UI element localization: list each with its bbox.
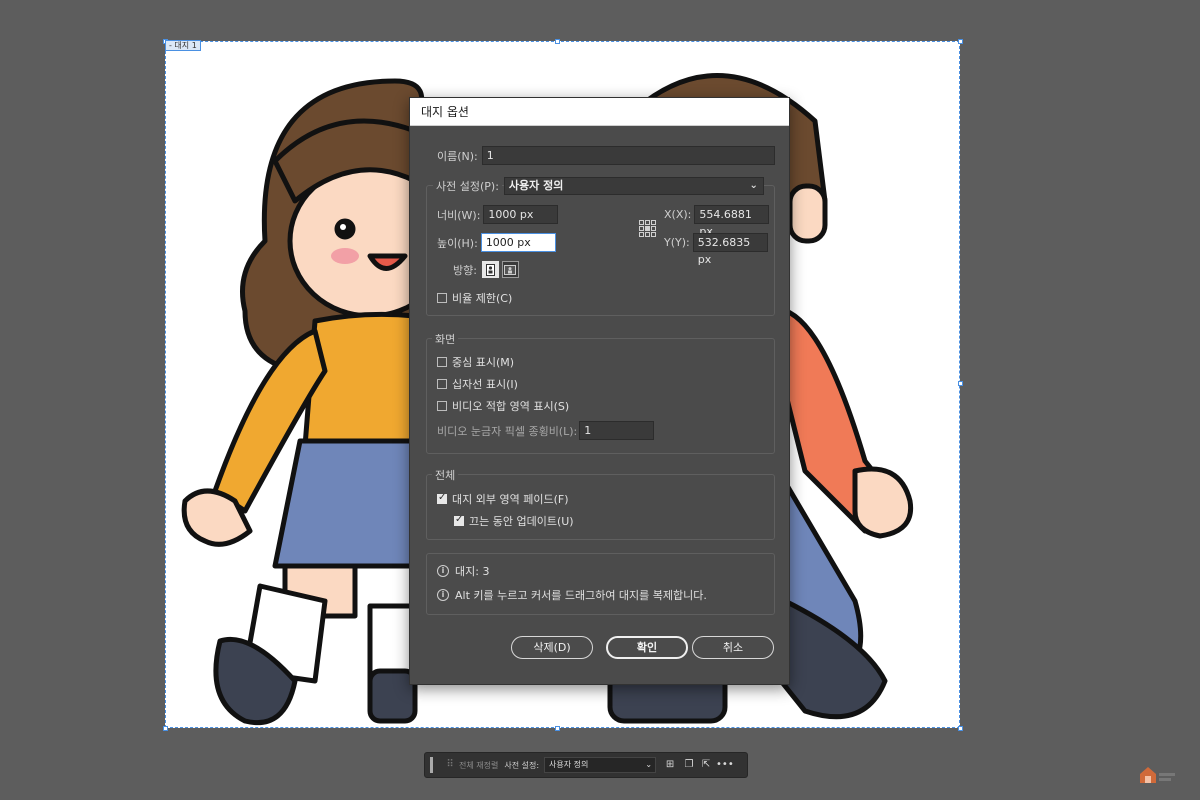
dialog-title: 대지 옵션 — [410, 98, 789, 126]
watermark-logo — [1140, 767, 1175, 783]
update-drag-checkbox[interactable] — [454, 514, 464, 526]
fade-outside-label: 대지 외부 영역 페이드(F) — [452, 493, 569, 506]
preset-select[interactable]: 사용자 정의 ⌄ — [503, 177, 764, 195]
artboard-control-bar: ⠿ 전체 재정렬 사전 설정: 사용자 정의 ⌄ ⊞ ❐ ⇱ ••• — [424, 752, 748, 778]
rearrange-icon: ⠿ — [446, 759, 454, 770]
x-label: X(X): — [664, 208, 692, 221]
info-icon: i — [437, 589, 449, 601]
resize-handle-bottom[interactable] — [555, 726, 560, 731]
add-artboard-icon[interactable]: ⊞ — [663, 758, 677, 772]
width-label: 너비(W): — [437, 208, 481, 222]
video-safe-checkbox[interactable] — [437, 401, 447, 411]
artboard-count: 대지: 3 — [455, 565, 490, 578]
center-mark-checkbox[interactable] — [437, 357, 447, 367]
orientation-label: 방향: — [453, 263, 477, 277]
reference-point-icon — [639, 220, 656, 237]
name-input[interactable]: 1 — [481, 146, 775, 165]
landscape-button[interactable] — [501, 261, 519, 278]
resize-handle-top[interactable] — [555, 39, 560, 44]
duplicate-icon[interactable]: ❐ — [682, 758, 696, 772]
y-input[interactable]: 532.6835 px — [692, 233, 768, 266]
width-input[interactable]: 1000 px — [483, 205, 559, 224]
resize-handle-tr[interactable] — [958, 39, 963, 44]
ok-button[interactable]: 확인 — [606, 636, 688, 659]
resize-handle-bl[interactable] — [163, 726, 168, 731]
cross-hairs-label: 십자선 표시(I) — [452, 378, 518, 391]
preset-label: 사전 설정: — [504, 760, 540, 770]
resize-handle-br[interactable] — [958, 726, 963, 731]
duplicate-hint: Alt 키를 누르고 커서를 드래그하여 대지를 복제합니다. — [455, 589, 707, 602]
constrain-checkbox[interactable] — [437, 293, 447, 303]
fade-outside-checkbox[interactable] — [437, 492, 447, 504]
info-icon: i — [437, 565, 449, 577]
update-drag-label: 끄는 동안 업데이트(U) — [469, 515, 574, 528]
pixel-ratio-label: 비디오 눈금자 픽셀 종횡비(L): — [437, 424, 578, 438]
name-label: 이름(N): — [437, 149, 478, 163]
center-mark-label: 중심 표시(M) — [452, 356, 515, 369]
portrait-icon — [485, 263, 495, 276]
landscape-icon — [504, 264, 517, 275]
global-group — [426, 474, 775, 540]
y-label: Y(Y): — [664, 236, 690, 249]
artboard-label[interactable]: - 대지 1 — [165, 40, 201, 51]
export-icon[interactable]: ⇱ — [699, 758, 713, 772]
global-group-title: 전체 — [432, 467, 459, 483]
preset-label: 사전 설정(P): — [433, 178, 502, 194]
reference-point-selector[interactable] — [639, 220, 656, 237]
portrait-button[interactable] — [481, 261, 499, 278]
resize-handle-right[interactable] — [958, 381, 963, 386]
display-group-title: 화면 — [432, 331, 459, 347]
preset-select-value: 사용자 정의 — [508, 179, 564, 192]
pixel-ratio-input[interactable]: 1 — [579, 421, 655, 440]
artboard-options-dialog: 대지 옵션 이름(N): 1 사전 설정(P): 사용자 정의 ⌄ 너비(W):… — [409, 97, 790, 685]
preset-select[interactable]: 사용자 정의 ⌄ — [544, 757, 657, 773]
drag-grip-icon[interactable] — [430, 757, 433, 773]
chevron-down-icon: ⌄ — [645, 760, 653, 769]
more-options-icon[interactable]: ••• — [716, 758, 734, 772]
x-input[interactable]: 554.6881 px — [694, 205, 770, 238]
preset-value: 사용자 정의 — [549, 760, 589, 769]
delete-button[interactable]: 삭제(D) — [511, 636, 593, 659]
cancel-button[interactable]: 취소 — [692, 636, 774, 659]
constrain-label: 비율 제한(C) — [452, 292, 513, 305]
cross-hairs-checkbox[interactable] — [437, 379, 447, 389]
chevron-down-icon: ⌄ — [749, 180, 758, 191]
select-all-button[interactable]: 전체 재정렬 — [459, 760, 498, 771]
height-input[interactable]: 1000 px — [480, 233, 556, 252]
height-label: 높이(H): — [437, 236, 478, 250]
video-safe-label: 비디오 적합 영역 표시(S) — [452, 400, 570, 413]
